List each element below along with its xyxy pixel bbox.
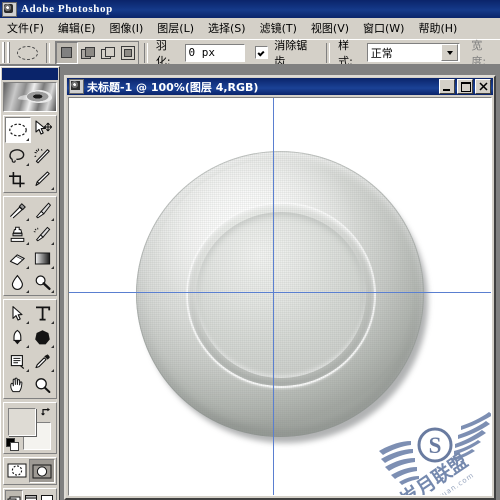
horizontal-guide[interactable] (69, 292, 491, 293)
photoshop-logo-icon (2, 1, 17, 17)
divider (143, 42, 148, 63)
minimize-button[interactable] (439, 79, 455, 94)
menu-item-file[interactable]: 文件(F) (1, 18, 50, 38)
clone-stamp-tool[interactable] (5, 222, 30, 246)
tool-options-bar: 羽化: 0 px 消除锯齿 样式: 正常 宽度: (0, 39, 500, 68)
toolbox-palette (0, 66, 60, 500)
menu-item-layer[interactable]: 图层(L) (151, 18, 200, 38)
color-swatches (3, 402, 57, 454)
maximize-button[interactable] (457, 79, 473, 94)
selection-mode-group (54, 40, 139, 65)
dodge-tool[interactable] (30, 270, 55, 294)
path-selection-tool[interactable] (5, 301, 30, 325)
photoshop-eye-banner-icon[interactable] (3, 82, 57, 112)
antialias-checkbox[interactable] (255, 46, 269, 59)
image-canvas[interactable]: S 岁月联盟 www.syuan.com (69, 98, 491, 495)
window-buttons (439, 79, 491, 94)
divider (45, 42, 50, 63)
mask-mode-group (3, 457, 57, 485)
intersect-selection-button[interactable] (117, 42, 138, 63)
crop-tool[interactable] (5, 167, 30, 191)
type-tool[interactable] (30, 301, 55, 325)
menu-item-filter[interactable]: 滤镜(T) (254, 18, 303, 38)
blur-tool[interactable] (5, 270, 30, 294)
menu-item-window[interactable]: 窗口(W) (357, 18, 410, 38)
close-button[interactable] (475, 79, 491, 94)
style-dropdown[interactable]: 正常 (366, 43, 461, 62)
toolbox-group-vector (3, 299, 57, 399)
menu-item-help[interactable]: 帮助(H) (412, 18, 463, 38)
notes-tool[interactable] (5, 349, 30, 373)
plate-well (196, 211, 366, 378)
eraser-tool[interactable] (5, 246, 30, 270)
feather-input[interactable]: 0 px (184, 43, 246, 62)
divider (326, 42, 331, 63)
gradient-tool[interactable] (30, 246, 55, 270)
toolbox-group-painting (3, 196, 57, 296)
document-icon (69, 79, 84, 94)
healing-brush-tool[interactable] (5, 198, 30, 222)
swap-colors-icon[interactable] (41, 405, 53, 417)
lasso-tool[interactable] (5, 143, 30, 167)
photoshop-window: Adobe Photoshop 文件(F) 编辑(E) 图像(I) 图层(L) … (0, 0, 500, 500)
toolbox-title-bar[interactable] (2, 68, 58, 80)
menu-item-edit[interactable]: 编辑(E) (52, 18, 102, 38)
screen-mode-group (3, 488, 57, 500)
watermark-url: www.syuan.com (413, 471, 475, 495)
slice-tool[interactable] (30, 167, 55, 191)
new-selection-button[interactable] (55, 41, 78, 64)
subtract-from-selection-button[interactable] (97, 42, 118, 63)
menu-bar: 文件(F) 编辑(E) 图像(I) 图层(L) 选择(S) 滤镜(T) 视图(V… (0, 18, 500, 39)
magic-wand-tool[interactable] (30, 143, 55, 167)
add-to-selection-button[interactable] (77, 42, 98, 63)
eyedropper-tool[interactable] (30, 349, 55, 373)
menu-item-select[interactable]: 选择(S) (202, 18, 252, 38)
elliptical-marquee-tool[interactable] (5, 117, 31, 143)
menu-item-image[interactable]: 图像(I) (103, 18, 149, 38)
standard-mode-button[interactable] (5, 459, 29, 481)
document-window: 未标题-1 @ 100%(图层 4,RGB) S 岁月联盟 www.syuan.… (64, 75, 496, 500)
document-title: 未标题-1 @ 100%(图层 4,RGB) (87, 80, 259, 94)
elliptical-marquee-icon[interactable] (15, 43, 41, 63)
full-screen-mode-button[interactable] (39, 490, 55, 500)
zoom-tool[interactable] (30, 373, 55, 397)
default-colors-icon[interactable] (6, 438, 19, 451)
ceramic-plate-artwork (130, 147, 430, 447)
quick-mask-mode-button[interactable] (29, 459, 55, 483)
toolbox-group-selection (3, 115, 57, 193)
chevron-down-icon[interactable] (441, 44, 459, 61)
shape-tool[interactable] (30, 325, 55, 349)
hand-tool[interactable] (5, 373, 30, 397)
pen-tool[interactable] (5, 325, 30, 349)
history-brush-tool[interactable] (30, 222, 55, 246)
paintbrush-tool[interactable] (30, 198, 55, 222)
menu-item-view[interactable]: 视图(V) (305, 18, 355, 38)
watermark-monogram: S (429, 433, 442, 458)
full-screen-with-menubar-button[interactable] (23, 490, 39, 500)
app-title: Adobe Photoshop (21, 3, 113, 15)
document-title-bar[interactable]: 未标题-1 @ 100%(图层 4,RGB) (67, 78, 493, 95)
app-title-bar: Adobe Photoshop (0, 0, 500, 18)
options-bar-grip[interactable] (2, 42, 10, 63)
foreground-color-swatch[interactable] (8, 408, 36, 436)
standard-screen-mode-button[interactable] (5, 490, 23, 500)
watermark-brand: 岁月联盟 (396, 449, 472, 495)
style-value: 正常 (370, 46, 393, 60)
canvas-frame: S 岁月联盟 www.syuan.com (68, 97, 492, 496)
move-tool[interactable] (31, 117, 55, 141)
vertical-guide[interactable] (273, 98, 274, 495)
